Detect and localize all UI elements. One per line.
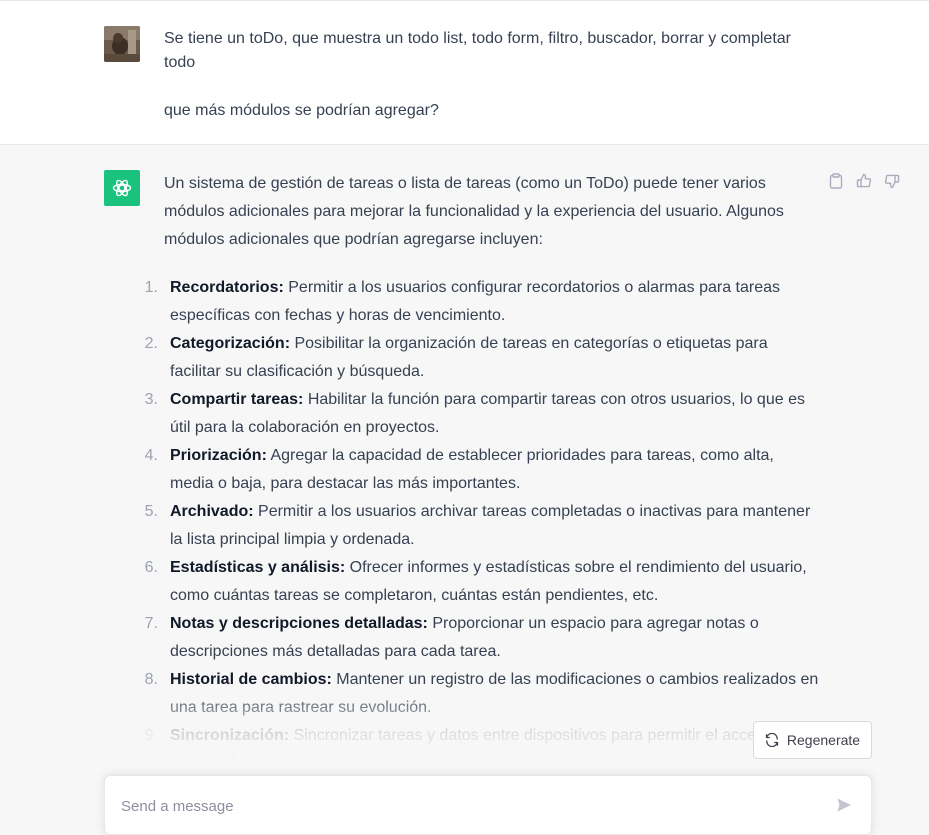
- list-item: 1. Recordatorios: Permitir a los usuarios…: [145, 274, 820, 330]
- user-message-line: que más módulos se podrían agregar?: [164, 102, 439, 119]
- list-item: 3. Compartir tareas: Habilitar la función…: [145, 386, 820, 442]
- thumbs-up-icon[interactable]: [854, 171, 874, 191]
- user-message-text: Se tiene un toDo, que muestra un todo li…: [164, 27, 804, 147]
- user-message-block: Se tiene un toDo, que muestra un todo li…: [0, 0, 929, 145]
- list-item: 5. Archivado: Permitir a los usuarios arc…: [145, 498, 820, 554]
- message-actions: [826, 171, 902, 191]
- list-number: 3.: [144, 391, 158, 408]
- regenerate-button[interactable]: Regenerate: [753, 721, 872, 759]
- assistant-message-text: Un sistema de gestión de tareas o lista …: [145, 170, 820, 778]
- list-number: 7.: [144, 615, 158, 632]
- list-item-title: Estadísticas y análisis:: [170, 559, 346, 576]
- list-item: 8. Historial de cambios: Mantener un regi…: [145, 666, 820, 722]
- list-number: 4.: [144, 447, 158, 464]
- thumbs-down-icon[interactable]: [882, 171, 902, 191]
- regenerate-icon: [765, 733, 779, 747]
- message-input[interactable]: [121, 794, 811, 818]
- list-item-title: Archivado:: [170, 503, 254, 520]
- list-item: 4. Priorización: Agregar la capacidad de …: [145, 442, 820, 498]
- user-avatar: [104, 26, 140, 62]
- regenerate-label: Regenerate: [786, 732, 861, 748]
- list-item: 7. Notas y descripciones detalladas: Prop…: [145, 610, 820, 666]
- list-item-title: Priorización:: [170, 447, 267, 464]
- assistant-intro: Un sistema de gestión de tareas o lista …: [164, 175, 784, 248]
- user-message-line: Se tiene un toDo, que muestra un todo li…: [164, 30, 791, 71]
- list-item: 9. Sincronización: Sincronizar tareas y d…: [145, 722, 820, 778]
- list-number: 8.: [144, 671, 158, 688]
- list-item-title: Compartir tareas:: [170, 391, 304, 408]
- list-item: 6. Estadísticas y análisis: Ofrecer infor…: [145, 554, 820, 610]
- assistant-message-block: Un sistema de gestión de tareas o lista …: [0, 145, 929, 812]
- chatgpt-logo-icon: [104, 170, 140, 206]
- list-number: 1.: [144, 279, 158, 296]
- list-item-title: Categorización:: [170, 335, 291, 352]
- message-composer: [104, 775, 872, 835]
- list-item-title: Historial de cambios:: [170, 671, 332, 688]
- list-item-title: Sincronización:: [170, 727, 290, 744]
- list-number: 2.: [144, 335, 158, 352]
- clipboard-icon[interactable]: [826, 171, 846, 191]
- list-item-title: Notas y descripciones detalladas:: [170, 615, 428, 632]
- list-number: 9.: [144, 727, 158, 744]
- list-item: 2. Categorización: Posibilitar la organiz…: [145, 330, 820, 386]
- send-icon[interactable]: [833, 794, 855, 816]
- module-list: 1. Recordatorios: Permitir a los usuarios…: [145, 274, 820, 778]
- list-item-title: Recordatorios:: [170, 279, 284, 296]
- list-number: 5.: [144, 503, 158, 520]
- list-item-text: Permitir a los usuarios archivar tareas …: [170, 503, 811, 548]
- list-number: 6.: [144, 559, 158, 576]
